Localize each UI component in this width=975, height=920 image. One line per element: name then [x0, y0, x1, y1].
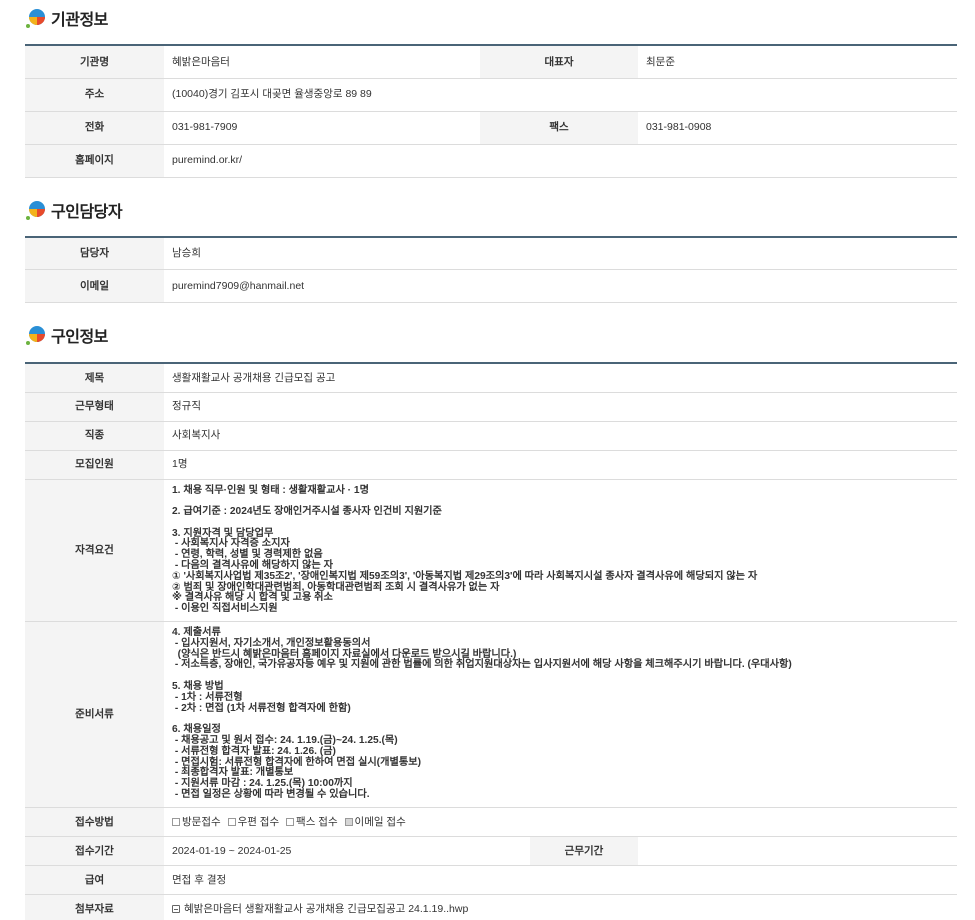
- table-row: 직종 사회복지사: [25, 421, 958, 451]
- attach-label: 첨부자료: [25, 894, 164, 920]
- workperiod-value: [638, 836, 958, 866]
- colored-circle-icon: [25, 199, 47, 221]
- headcount-value: 1명: [164, 450, 958, 480]
- home-value[interactable]: puremind.or.kr/: [164, 144, 957, 178]
- checkbox-icon: [227, 817, 236, 826]
- org-info-table: 기관명 혜밝은마음터 대표자 최문준 주소 (10040)경기 김포시 대곶면 …: [25, 44, 957, 178]
- section-title: 구인담당자: [51, 203, 123, 221]
- org-name-label: 기관명: [25, 45, 164, 79]
- worktype-value: 정규직: [164, 392, 958, 422]
- table-row: 첨부자료 혜밝은마음터 생활재활교사 공개채용 긴급모집공고 24.1.19..…: [25, 894, 958, 920]
- file-icon: [172, 904, 180, 913]
- table-row: 준비서류 4. 제출서류 - 입사지원서, 자기소개서, 개인정보활용동의서 (…: [25, 621, 958, 808]
- subject-label: 제목: [25, 363, 164, 393]
- workperiod-label: 근무기간: [530, 836, 638, 866]
- rep-label: 대표자: [480, 45, 638, 79]
- attach-link[interactable]: 혜밝은마음터 생활재활교사 공개채용 긴급모집공고 24.1.19..hwp: [164, 894, 958, 920]
- table-row: 접수기간 2024-01-19 ~ 2024-01-25 근무기간: [25, 836, 958, 866]
- addr-value: (10040)경기 김포시 대곶면 율생중앙로 89 89: [164, 78, 957, 112]
- subject-value: 생활재활교사 공개채용 긴급모집 공고: [164, 363, 958, 393]
- docs-label: 준비서류: [25, 621, 164, 808]
- worktype-label: 근무형태: [25, 392, 164, 422]
- table-row: 자격요건 1. 채용 직무·인원 및 형태 : 생활재활교사 · 1명 2. 급…: [25, 479, 958, 623]
- table-row: 주소 (10040)경기 김포시 대곶면 율생중앙로 89 89: [25, 78, 957, 112]
- fax-value: 031-981-0908: [638, 111, 957, 145]
- table-row: 전화 031-981-7909 팩스 031-981-0908: [25, 111, 957, 145]
- table-row: 근무형태 정규직: [25, 392, 958, 422]
- period-value: 2024-01-19 ~ 2024-01-25: [164, 836, 530, 866]
- method-option-visit[interactable]: 방문접수: [172, 816, 221, 828]
- section-header-contact: 구인담당자: [25, 194, 957, 226]
- person-value: 남승희: [164, 236, 957, 270]
- colored-circle-icon: [25, 7, 47, 29]
- attach-filename[interactable]: 혜밝은마음터 생활재활교사 공개채용 긴급모집공고 24.1.19..hwp: [184, 903, 468, 915]
- table-row: 이메일 puremind7909@hanmail.net: [25, 269, 957, 303]
- method-option-email[interactable]: 이메일 접수: [344, 816, 406, 828]
- jobtype-value: 사회복지사: [164, 421, 958, 451]
- period-label: 접수기간: [25, 836, 164, 866]
- person-label: 담당자: [25, 236, 164, 270]
- home-label: 홈페이지: [25, 144, 164, 178]
- contact-info-table: 담당자 남승희 이메일 puremind7909@hanmail.net: [25, 235, 957, 303]
- table-row: 기관명 혜밝은마음터 대표자 최문준: [25, 45, 957, 79]
- rep-value: 최문준: [638, 45, 957, 79]
- section-title: 구인정보: [51, 329, 108, 346]
- method-label: 접수방법: [25, 807, 164, 837]
- addr-label: 주소: [25, 78, 164, 112]
- tel-label: 전화: [25, 111, 164, 145]
- table-row: 제목 생활재활교사 공개채용 긴급모집 공고: [25, 363, 958, 393]
- method-options: 방문접수 우편 접수 팩스 접수 이메일 접수: [164, 807, 958, 837]
- checkbox-icon: [172, 817, 180, 826]
- table-row: 담당자 남승희: [25, 236, 957, 270]
- table-row: 모집인원 1명: [25, 450, 958, 480]
- qual-value: 1. 채용 직무·인원 및 형태 : 생활재활교사 · 1명 2. 급여기준 :…: [164, 479, 958, 623]
- salary-label: 급여: [25, 865, 164, 895]
- section-title: 기관정보: [51, 12, 108, 29]
- fax-label: 팩스: [480, 111, 638, 145]
- checkbox-icon: [286, 817, 295, 826]
- jobtype-label: 직종: [25, 421, 164, 451]
- table-row: 급여 면접 후 결정: [25, 865, 958, 895]
- docs-value: 4. 제출서류 - 입사지원서, 자기소개서, 개인정보활용동의서 (양식은 반…: [164, 621, 958, 808]
- section-header-org: 기관정보: [25, 2, 957, 34]
- qual-label: 자격요건: [25, 479, 164, 623]
- tel-value: 031-981-7909: [164, 111, 480, 145]
- job-info-table: 제목 생활재활교사 공개채용 긴급모집 공고 근무형태 정규직 직종 사회복지사…: [25, 362, 958, 920]
- method-option-mail[interactable]: 우편 접수: [227, 816, 279, 828]
- org-name-value: 혜밝은마음터: [164, 45, 480, 79]
- salary-value: 면접 후 결정: [164, 865, 958, 895]
- email-value[interactable]: puremind7909@hanmail.net: [164, 269, 957, 303]
- table-row: 홈페이지 puremind.or.kr/: [25, 144, 957, 178]
- section-header-job: 구인정보: [25, 319, 957, 351]
- headcount-label: 모집인원: [25, 450, 164, 480]
- checkbox-checked-icon: [344, 817, 353, 826]
- table-row: 접수방법 방문접수 우편 접수 팩스 접수 이메일 접수: [25, 807, 958, 837]
- email-label: 이메일: [25, 269, 164, 303]
- method-option-fax[interactable]: 팩스 접수: [286, 816, 338, 828]
- colored-circle-icon: [25, 324, 47, 346]
